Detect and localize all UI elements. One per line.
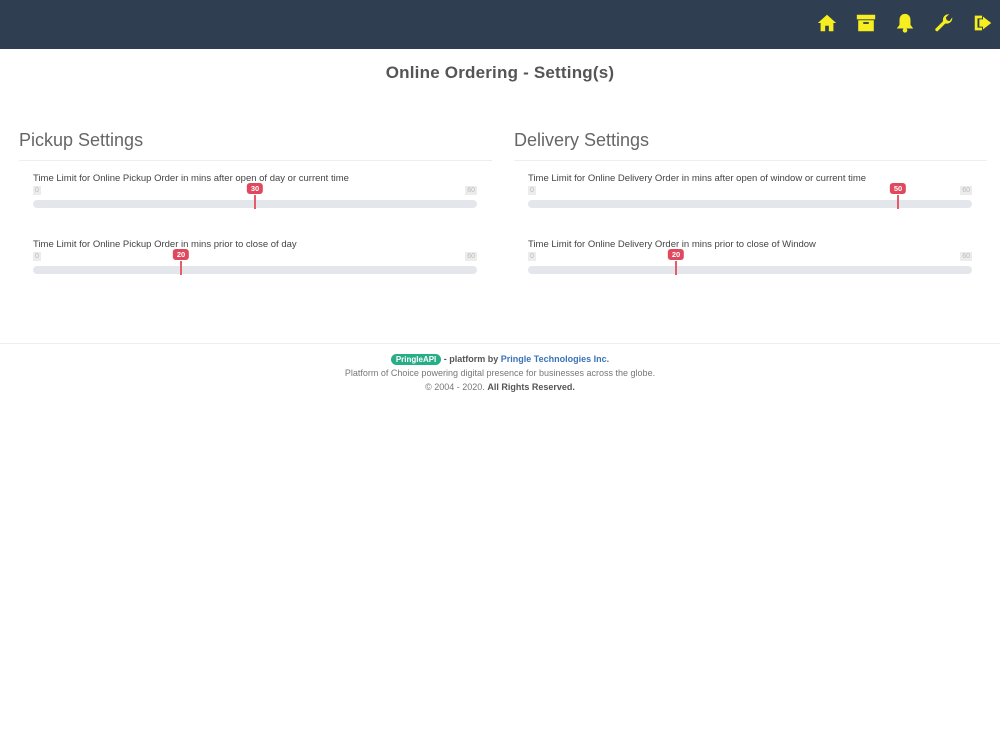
slider-value-badge: 30 — [246, 183, 264, 194]
setting-label: Time Limit for Online Pickup Order in mi… — [33, 239, 297, 250]
wrench-icon[interactable] — [933, 12, 955, 34]
brand-badge: PringleAPI — [390, 354, 442, 365]
page-title: Online Ordering - Setting(s) — [385, 63, 615, 82]
slider-max-label: 60 — [960, 186, 972, 195]
slider[interactable]: 0 60 30 — [33, 183, 477, 209]
slider-min-label: 0 — [528, 252, 536, 261]
slider-handle[interactable] — [674, 261, 677, 275]
slider-max-label: 60 — [465, 186, 477, 195]
footer-copyright-line: © 2004 - 2020. All Rights Reserved. — [0, 380, 1000, 394]
navbar-icons — [816, 12, 994, 34]
home-icon[interactable] — [816, 12, 838, 34]
slider-track[interactable] — [528, 266, 972, 274]
setting-label: Time Limit for Online Delivery Order in … — [528, 239, 816, 250]
copyright-text: © 2004 - 2020. — [425, 382, 485, 392]
slider-handle[interactable] — [897, 195, 899, 209]
bell-icon[interactable] — [894, 12, 916, 34]
slider[interactable]: 0 60 50 — [528, 183, 972, 209]
pickup-before-close-setting: Time Limit for Online Pickup Order in mi… — [33, 239, 477, 293]
slider-track[interactable] — [528, 200, 972, 208]
footer-tagline: Platform of Choice powering digital pres… — [344, 368, 656, 378]
pickup-settings-panel: Pickup Settings Time Limit for Online Pi… — [19, 130, 492, 293]
slider-min-label: 0 — [33, 186, 41, 195]
slider-max-label: 60 — [960, 252, 972, 261]
delivery-before-close-setting: Time Limit for Online Delivery Order in … — [528, 239, 972, 293]
slider-max-label: 60 — [465, 252, 477, 261]
slider-value-badge: 50 — [889, 183, 907, 194]
slider-min-label: 0 — [528, 186, 536, 195]
settings-panels: Pickup Settings Time Limit for Online Pi… — [19, 130, 987, 293]
slider-value-badge: 20 — [667, 249, 685, 260]
delivery-settings-panel: Delivery Settings Time Limit for Online … — [514, 130, 987, 293]
rights-text: All Rights Reserved. — [487, 382, 575, 392]
top-navbar — [0, 0, 1000, 49]
delivery-after-open-setting: Time Limit for Online Delivery Order in … — [528, 173, 972, 227]
slider-handle[interactable] — [179, 261, 182, 275]
slider-value-badge: 20 — [172, 249, 190, 260]
archive-icon[interactable] — [855, 12, 877, 34]
slider[interactable]: 0 60 20 — [33, 249, 477, 275]
slider-track[interactable] — [33, 266, 477, 274]
platform-by-text: - platform by — [441, 354, 501, 364]
slider[interactable]: 0 60 20 — [528, 249, 972, 275]
slider-handle[interactable] — [254, 195, 256, 209]
slider-min-label: 0 — [33, 252, 41, 261]
company-link[interactable]: Pringle Technologies Inc. — [501, 354, 609, 364]
pickup-settings-title: Pickup Settings — [19, 130, 492, 161]
logout-icon[interactable] — [972, 12, 994, 34]
pickup-after-open-setting: Time Limit for Online Pickup Order in mi… — [33, 173, 477, 227]
setting-label: Time Limit for Online Delivery Order in … — [528, 173, 867, 184]
delivery-settings-title: Delivery Settings — [514, 130, 987, 161]
footer: PringleAPI - platform by Pringle Technol… — [0, 343, 1000, 394]
footer-brand-line: PringleAPI - platform by Pringle Technol… — [0, 352, 1000, 366]
